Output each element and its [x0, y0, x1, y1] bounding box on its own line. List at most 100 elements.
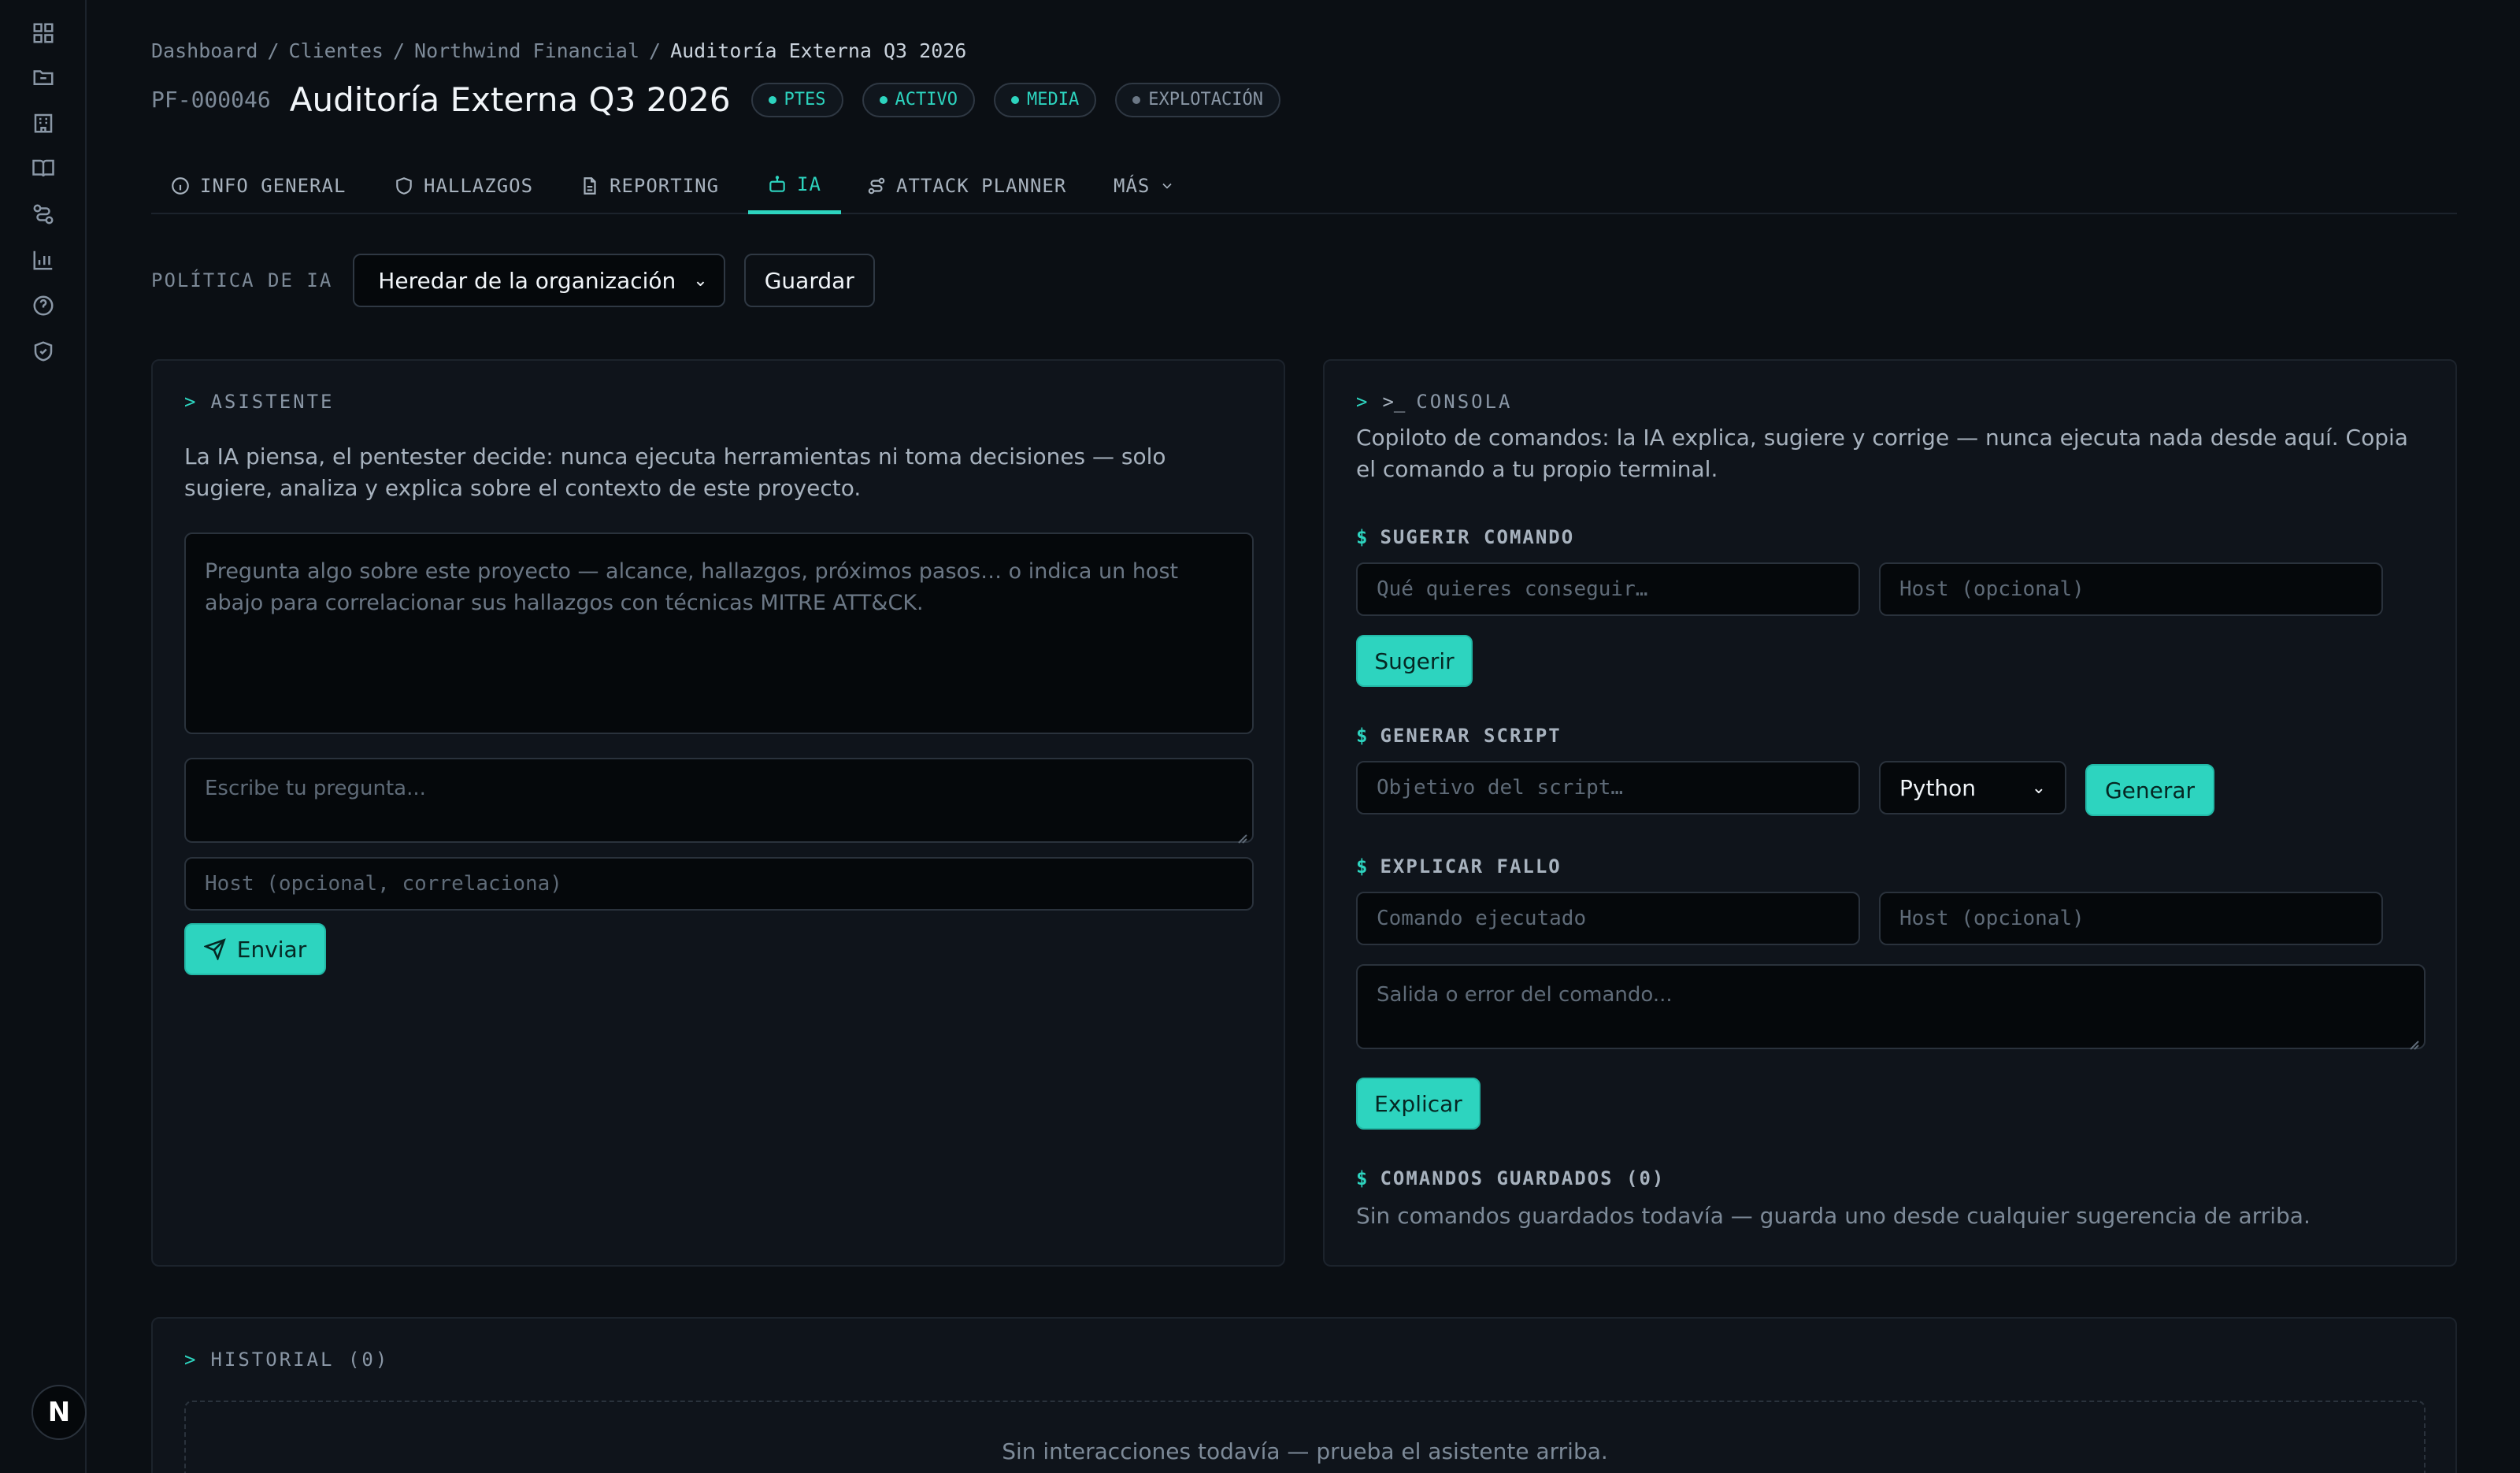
input-placeholder: Salida o error del comando...	[1377, 983, 1673, 1007]
workflow-icon[interactable]	[32, 202, 55, 226]
section-title: EXPLICAR FALLO	[1380, 855, 1562, 877]
send-button[interactable]: Enviar	[184, 923, 326, 975]
console-title: CONSOLA	[1416, 391, 1513, 413]
breadcrumb-separator: /	[267, 39, 280, 62]
bar-chart-icon[interactable]	[32, 248, 55, 272]
console-panel: > >_ CONSOLA Copiloto de comandos: la IA…	[1323, 359, 2457, 1267]
file-icon	[584, 177, 596, 195]
breadcrumb-current: Auditoría Externa Q3 2026	[670, 39, 967, 62]
route-icon	[868, 177, 885, 195]
tab-ia[interactable]: IA	[748, 158, 841, 214]
tab-hallazgos[interactable]: HALLAZGOS	[394, 158, 533, 214]
explain-host-input[interactable]: Host (opcional)	[1879, 892, 2383, 945]
suggest-host-input[interactable]: Host (opcional)	[1879, 562, 2383, 616]
suggest-button[interactable]: Sugerir	[1356, 635, 1473, 687]
saved-commands-empty: Sin comandos guardados todavía — guarda …	[1356, 1203, 2311, 1229]
conversation-area: Pregunta algo sobre este proyecto — alca…	[184, 532, 1254, 734]
script-goal-input[interactable]: Objetivo del script…	[1356, 761, 1860, 814]
tab-reporting[interactable]: REPORTING	[580, 158, 719, 214]
section-title: GENERAR SCRIPT	[1380, 725, 1562, 747]
command-output-textarea[interactable]: Salida o error del comando...	[1356, 964, 2426, 1050]
status-dot	[1132, 95, 1141, 104]
methodology-badge: PTES	[750, 82, 843, 117]
saved-commands-label: $ COMANDOS GUARDADOS (0)	[1356, 1167, 1666, 1189]
breadcrumb-dashboard[interactable]: Dashboard	[151, 39, 258, 62]
prompt-caret-icon: >	[184, 391, 198, 413]
input-placeholder: Objetivo del script…	[1377, 776, 1624, 800]
ai-policy-select[interactable]: Heredar de la organización ⌄	[353, 254, 725, 307]
history-title: HISTORIAL (0)	[210, 1349, 390, 1371]
send-icon	[203, 938, 226, 960]
breadcrumb-client[interactable]: Northwind Financial	[414, 39, 639, 62]
priority-badge: MEDIA	[994, 82, 1097, 117]
tab-label: INFO GENERAL	[200, 175, 346, 197]
phase-badge: EXPLOTACIÓN	[1115, 82, 1280, 117]
question-placeholder: Escribe tu pregunta...	[205, 777, 426, 800]
breadcrumb-separator: /	[392, 39, 406, 62]
dashboard-icon[interactable]	[32, 21, 55, 45]
prompt-caret-icon: >	[1356, 391, 1370, 413]
folder-icon[interactable]	[32, 65, 55, 89]
resize-handle-icon[interactable]	[1236, 826, 1247, 844]
script-language-select[interactable]: Python ⌄	[1879, 761, 2066, 814]
input-placeholder: Host (opcional)	[1899, 907, 2085, 930]
input-placeholder: Comando ejecutado	[1377, 907, 1587, 930]
tab-label: ATTACK PLANNER	[896, 175, 1067, 197]
status-dot	[879, 95, 888, 104]
assistant-description: La IA piensa, el pentester decide: nunca…	[184, 443, 1166, 501]
status-dot	[768, 95, 776, 104]
section-title: SUGERIR COMANDO	[1380, 526, 1575, 548]
assistant-header: > ASISTENTE	[184, 391, 335, 413]
status-dot	[1011, 95, 1020, 104]
ai-policy-label: POLÍTICA DE IA	[151, 269, 333, 291]
ai-policy-row: POLÍTICA DE IA Heredar de la organizació…	[151, 254, 875, 307]
project-header: PF-000046 Auditoría Externa Q3 2026 PTES…	[151, 80, 1299, 119]
explain-button[interactable]: Explicar	[1356, 1078, 1480, 1130]
avatar[interactable]: N	[32, 1385, 87, 1440]
tab-label: REPORTING	[610, 175, 720, 197]
executed-command-input[interactable]: Comando ejecutado	[1356, 892, 1860, 945]
tab-attack-planner[interactable]: ATTACK PLANNER	[866, 158, 1066, 214]
breadcrumb-separator: /	[649, 39, 662, 62]
book-icon[interactable]	[32, 157, 55, 180]
tab-info-general[interactable]: INFO GENERAL	[170, 158, 346, 214]
help-icon[interactable]	[32, 294, 55, 317]
generate-button[interactable]: Generar	[2085, 764, 2214, 816]
building-icon[interactable]	[32, 111, 55, 135]
history-panel: > HISTORIAL (0) Sin interacciones todaví…	[151, 1317, 2457, 1473]
suggest-goal-input[interactable]: Qué quieres conseguir…	[1356, 562, 1860, 616]
shield-icon	[396, 177, 412, 195]
input-placeholder: Host (opcional)	[1899, 577, 2085, 601]
sidebar: N	[0, 0, 87, 1473]
prompt-caret-icon: >	[184, 1349, 198, 1371]
history-empty-text: Sin interacciones todavía — prueba el as…	[1002, 1438, 1608, 1464]
resize-handle-icon[interactable]	[2408, 1032, 2419, 1050]
tab-label: IA	[797, 173, 821, 195]
language-value: Python	[1899, 774, 1977, 801]
generate-script-label: $ GENERAR SCRIPT	[1356, 725, 1562, 747]
info-icon	[172, 177, 189, 195]
input-placeholder: Qué quieres conseguir…	[1377, 577, 1648, 601]
conversation-placeholder: Pregunta algo sobre este proyecto — alca…	[205, 559, 1179, 615]
page-title: Auditoría Externa Q3 2026	[289, 80, 731, 119]
chevron-down-icon	[1162, 183, 1172, 189]
question-textarea[interactable]: Escribe tu pregunta...	[184, 758, 1254, 844]
robot-icon	[769, 175, 785, 192]
project-id: PF-000046	[151, 87, 271, 113]
button-label: Explicar	[1374, 1090, 1462, 1117]
history-header: > HISTORIAL (0)	[184, 1349, 389, 1371]
button-label: Sugerir	[1374, 647, 1455, 674]
suggest-command-label: $ SUGERIR COMANDO	[1356, 526, 1575, 548]
console-description: Copiloto de comandos: la IA explica, sug…	[1356, 425, 2408, 482]
host-correlation-input[interactable]: Host (opcional, correlaciona)	[184, 857, 1254, 911]
ai-policy-value: Heredar de la organización	[378, 267, 676, 294]
tab-mas[interactable]: MÁS	[1114, 158, 1175, 214]
shield-check-icon[interactable]	[32, 339, 55, 363]
button-label: Generar	[2104, 777, 2196, 803]
explain-failure-label: $ EXPLICAR FALLO	[1356, 855, 1562, 877]
history-empty-state: Sin interacciones todavía — prueba el as…	[184, 1401, 2426, 1473]
save-policy-button[interactable]: Guardar	[743, 254, 875, 307]
badge-label: EXPLOTACIÓN	[1148, 90, 1263, 109]
breadcrumb-clientes[interactable]: Clientes	[289, 39, 384, 62]
avatar-letter: N	[47, 1397, 71, 1428]
